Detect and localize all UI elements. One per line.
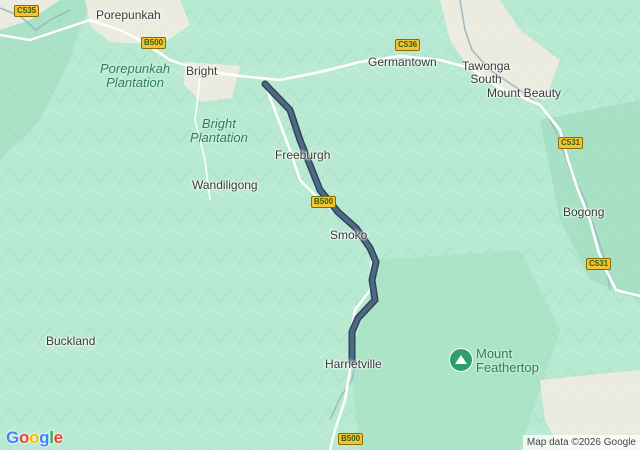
label-bright[interactable]: Bright [186,64,217,78]
google-logo[interactable]: Google [6,428,63,448]
shield-c531-lower: C531 [586,258,612,270]
label-tawonga-south[interactable]: Tawonga South [462,60,510,86]
label-bright-plantation[interactable]: Bright Plantation [190,117,248,145]
label-germantown[interactable]: Germantown [368,55,437,69]
label-buckland[interactable]: Buckland [46,334,95,348]
shield-b500-top: B500 [141,37,167,49]
label-mount-beauty[interactable]: Mount Beauty [487,86,561,100]
label-porepunkah[interactable]: Porepunkah [96,8,161,22]
label-mount-feathertop[interactable]: Mount Feathertop [476,347,539,375]
label-smoko[interactable]: Smoko [330,228,367,242]
map-attribution[interactable]: Map data ©2026 Google [522,435,640,450]
shield-b500-mid: B500 [311,196,337,208]
map-canvas[interactable]: C535 B500 C536 C531 B500 C531 B500 Porep… [0,0,640,450]
shield-c531-right: C531 [558,137,584,149]
label-wandiligong[interactable]: Wandiligong [192,178,258,192]
shield-c536: C536 [395,39,421,51]
label-freeburgh[interactable]: Freeburgh [275,148,330,162]
shield-b500-bottom: B500 [338,433,364,445]
label-porepunkah-plantation[interactable]: Porepunkah Plantation [100,62,170,90]
label-bogong[interactable]: Bogong [563,205,604,219]
shield-c535: C535 [14,5,40,17]
terrain-layer [0,0,640,450]
label-harrietville[interactable]: Harrietville [325,357,382,371]
mountain-icon[interactable] [449,348,473,372]
